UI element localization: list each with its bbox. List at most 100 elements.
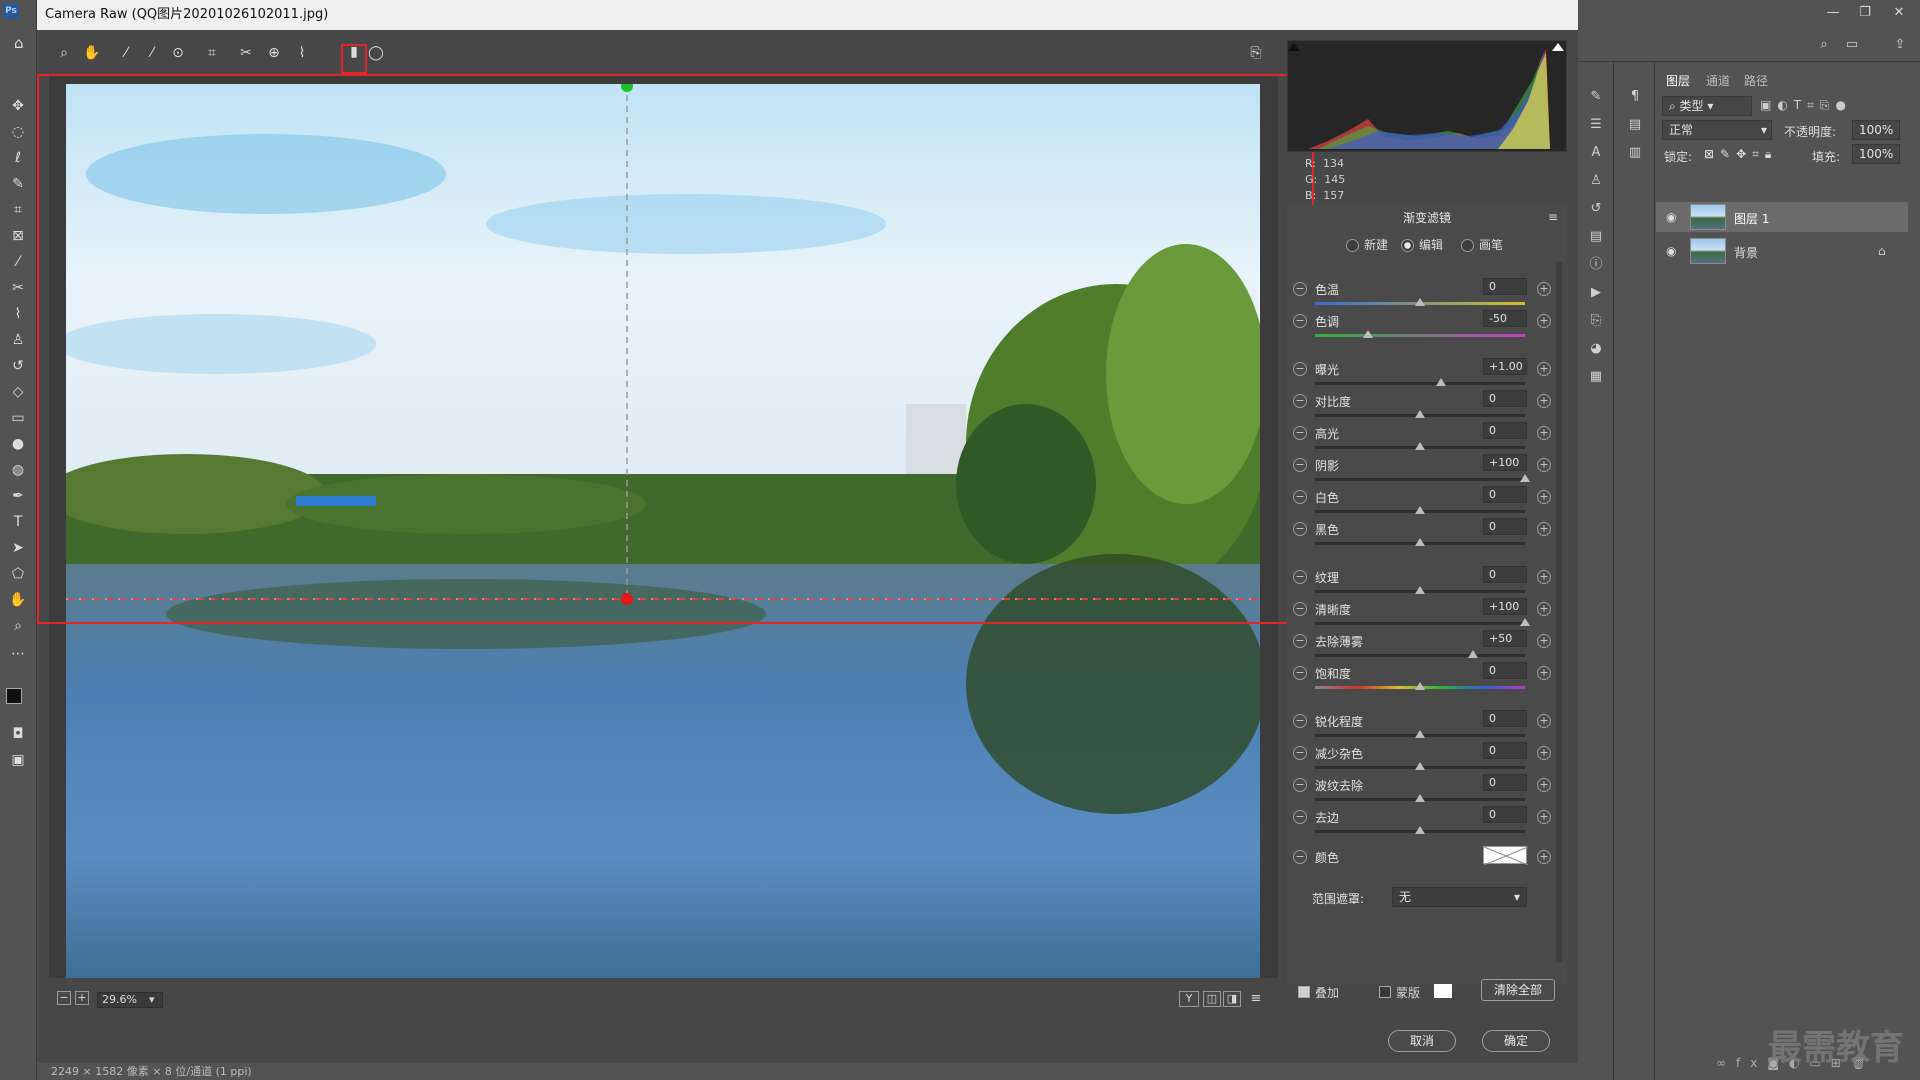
slider-knob[interactable]: [1362, 330, 1373, 338]
layer-filter-icons[interactable]: ▣◐T⌗⎘●: [1760, 98, 1852, 113]
tab-paths[interactable]: 路径: [1744, 70, 1768, 92]
slider-minus-icon[interactable]: −: [1293, 282, 1307, 296]
layer-row-background[interactable]: ◉ 背景 ⌂: [1656, 236, 1908, 266]
slider-value-field[interactable]: 0: [1483, 710, 1527, 727]
crop-tool-icon[interactable]: ⌗: [7, 200, 29, 220]
slider-minus-icon[interactable]: −: [1293, 394, 1307, 408]
search-icon[interactable]: ⌕: [1812, 34, 1836, 56]
gradient-tool-icon[interactable]: ▭: [7, 408, 29, 428]
slider-knob[interactable]: [1520, 474, 1530, 482]
slider-knob[interactable]: [1415, 298, 1425, 306]
slider-knob[interactable]: [1415, 682, 1425, 690]
slider-plus-icon[interactable]: +: [1537, 426, 1551, 440]
slider-track[interactable]: [1315, 382, 1525, 385]
hand-tool-icon[interactable]: ✋: [7, 590, 29, 610]
path-select-icon[interactable]: ➤: [7, 538, 29, 558]
frame-tool-icon[interactable]: ⊠: [7, 226, 29, 246]
radial-filter-icon[interactable]: ◯: [365, 42, 387, 64]
slider-plus-icon[interactable]: +: [1537, 490, 1551, 504]
transform-icon[interactable]: ⌗: [201, 42, 223, 64]
slider-value-field[interactable]: 0: [1483, 518, 1527, 535]
slider-plus-icon[interactable]: +: [1537, 746, 1551, 760]
slider-plus-icon[interactable]: +: [1537, 362, 1551, 376]
swap-button[interactable]: ◫: [1203, 991, 1221, 1007]
minimize-icon[interactable]: —: [1820, 4, 1846, 22]
slider-track[interactable]: [1315, 654, 1525, 657]
slider-knob[interactable]: [1520, 618, 1530, 626]
lasso-tool-icon[interactable]: ℓ: [7, 148, 29, 168]
ok-button[interactable]: 确定: [1482, 1030, 1550, 1052]
notes-icon[interactable]: ▥: [1623, 142, 1647, 164]
slider-value-field[interactable]: -50: [1483, 310, 1527, 327]
zoom-out-button[interactable]: −: [57, 991, 71, 1005]
slider-value-field[interactable]: 0: [1483, 662, 1527, 679]
workspace-icon[interactable]: ▭: [1840, 34, 1864, 56]
slider-plus-icon[interactable]: +: [1537, 570, 1551, 584]
info-icon[interactable]: ⓘ: [1584, 254, 1608, 276]
slider-minus-icon[interactable]: −: [1293, 666, 1307, 680]
clear-all-button[interactable]: 清除全部: [1481, 979, 1555, 1001]
slider-minus-icon[interactable]: −: [1293, 458, 1307, 472]
preview-settings-button[interactable]: ≡: [1247, 991, 1265, 1007]
layer-filter-select[interactable]: ⌕ 类型 ▾: [1662, 96, 1752, 116]
range-mask-select[interactable]: 无 ▾: [1392, 887, 1527, 907]
slider-plus-icon[interactable]: +: [1537, 666, 1551, 680]
type-tool-icon[interactable]: T: [7, 512, 29, 532]
slider-plus-icon[interactable]: +: [1537, 634, 1551, 648]
history-icon[interactable]: ↺: [1584, 198, 1608, 220]
color-sampler-icon[interactable]: ⁄: [141, 42, 163, 64]
properties-icon[interactable]: ⎘: [1584, 310, 1608, 332]
eyedropper-tool-icon[interactable]: ⁄: [7, 252, 29, 272]
color-minus-icon[interactable]: −: [1293, 850, 1307, 864]
fullscreen-icon[interactable]: ⎘: [1245, 42, 1267, 64]
slider-value-field[interactable]: 0: [1483, 806, 1527, 823]
adjustments-icon[interactable]: ☰: [1584, 114, 1608, 136]
copy-settings-button[interactable]: ◨: [1223, 991, 1241, 1007]
mode-new-radio[interactable]: 新建: [1346, 236, 1388, 254]
color-icon[interactable]: ◕: [1584, 338, 1608, 360]
slider-knob[interactable]: [1436, 378, 1446, 386]
slider-minus-icon[interactable]: −: [1293, 426, 1307, 440]
slider-value-field[interactable]: 0: [1483, 390, 1527, 407]
quick-select-tool-icon[interactable]: ✎: [7, 174, 29, 194]
mask-color-swatch[interactable]: [1434, 984, 1452, 998]
table-icon[interactable]: ▦: [1584, 366, 1608, 388]
slider-plus-icon[interactable]: +: [1537, 778, 1551, 792]
slider-minus-icon[interactable]: −: [1293, 570, 1307, 584]
mode-brush-radio[interactable]: 画笔: [1461, 236, 1503, 254]
color-swatch[interactable]: [1483, 846, 1529, 866]
slider-minus-icon[interactable]: −: [1293, 778, 1307, 792]
opacity-field[interactable]: 100%: [1852, 120, 1900, 140]
pen-tool-icon[interactable]: ✒: [7, 486, 29, 506]
spot-removal-icon[interactable]: ✂: [235, 42, 257, 64]
mask-checkbox[interactable]: [1379, 986, 1391, 998]
zoom-in-button[interactable]: +: [75, 991, 89, 1005]
slider-knob[interactable]: [1415, 538, 1425, 546]
slider-minus-icon[interactable]: −: [1293, 522, 1307, 536]
slider-plus-icon[interactable]: +: [1537, 522, 1551, 536]
slider-value-field[interactable]: 0: [1483, 774, 1527, 791]
home-icon[interactable]: ⌂: [14, 34, 34, 54]
tab-channels[interactable]: 通道: [1706, 70, 1730, 92]
brush-settings-icon[interactable]: ✎: [1584, 86, 1608, 108]
blur-tool-icon[interactable]: ●: [7, 434, 29, 454]
slider-knob[interactable]: [1467, 650, 1478, 658]
healing-tool-icon[interactable]: ✂: [7, 278, 29, 298]
visibility-eye-icon[interactable]: ◉: [1666, 244, 1676, 258]
slider-value-field[interactable]: 0: [1483, 742, 1527, 759]
slider-knob[interactable]: [1415, 730, 1425, 738]
slider-plus-icon[interactable]: +: [1537, 394, 1551, 408]
brush-tool-icon[interactable]: ⌇: [7, 304, 29, 324]
color-plus-icon[interactable]: +: [1537, 850, 1551, 864]
zoom-dropdown-icon[interactable]: ▾: [149, 993, 155, 1006]
slider-value-field[interactable]: +1.00: [1483, 358, 1527, 375]
slider-track[interactable]: [1315, 478, 1525, 481]
slider-value-field[interactable]: 0: [1483, 278, 1527, 295]
foreground-color-swatch[interactable]: [6, 688, 22, 704]
slider-value-field[interactable]: +100: [1483, 454, 1527, 471]
slider-minus-icon[interactable]: −: [1293, 810, 1307, 824]
paragraph-icon[interactable]: ¶: [1623, 86, 1647, 108]
redeye-icon[interactable]: ⊕: [263, 42, 285, 64]
white-balance-icon[interactable]: ⁄: [115, 42, 137, 64]
cancel-button[interactable]: 取消: [1388, 1030, 1456, 1052]
